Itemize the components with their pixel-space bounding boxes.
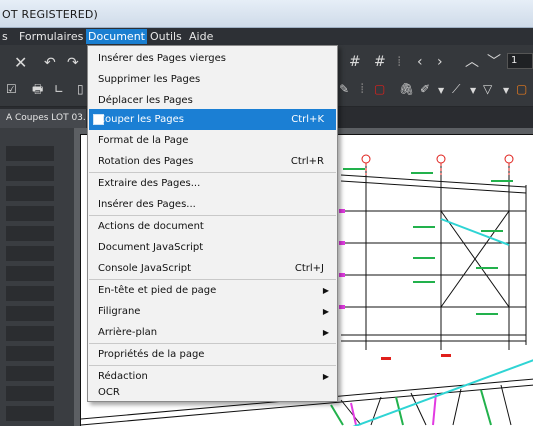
thumbnail-row[interactable] [6,326,54,341]
menu-item-shortcut: Ctrl+R [290,156,324,167]
menu-document[interactable]: Document [86,29,147,44]
attach-icon[interactable]: 🖇 [399,82,414,96]
page-number-field[interactable]: 1 [507,53,533,69]
chevron-up-icon[interactable]: ︿ [465,55,479,69]
divider-icon: ⁞ [397,54,402,70]
menu-item-label: Arrière-plan [98,327,158,338]
measure-icon[interactable]: ∟ [54,82,64,96]
menu-item-shortcut: Ctrl+K [291,114,324,125]
menu-aide[interactable]: Aide [187,29,215,44]
menu-item-crop-pages[interactable]: Couper les Pages Ctrl+K [89,109,336,130]
menu-item-document-javascript[interactable]: Document JavaScript [89,237,336,258]
menu-item-extract-pages[interactable]: Extraire des Pages... [89,173,336,194]
grid-snap-icon[interactable]: # [374,55,386,69]
undo-icon[interactable]: ↶ [44,56,56,70]
menu-item-move-pages[interactable]: Déplacer les Pages [89,90,336,111]
pen-icon[interactable]: ✎ [339,82,349,96]
line-icon[interactable]: ⟋ [452,82,460,96]
document-icon[interactable]: ▯ [77,82,84,96]
menu-item-shortcut: Ctrl+J [294,263,324,274]
menu-prev[interactable]: s [0,29,10,44]
thumbnail-row[interactable] [6,186,54,201]
checkbox-icon[interactable]: ☑ [6,82,17,96]
chevron-down-icon-4[interactable]: ▼ [503,84,509,98]
window-title: OT REGISTERED) [2,8,99,21]
thumbnail-row[interactable] [6,246,54,261]
menu-item-label: En-tête et pied de page [98,285,217,296]
menu-item-label: Insérer des Pages vierges [98,53,226,64]
highlighter-icon[interactable]: ✐ [420,82,430,96]
menu-bar: s Formulaires Document Outils Aide [0,28,533,45]
grid-icon[interactable]: # [349,55,361,69]
menu-formulaires[interactable]: Formulaires [17,29,85,44]
thumbnail-panel [0,128,74,426]
thumbnail-row[interactable] [6,346,54,361]
thumbnail-row[interactable] [6,166,54,181]
app-window: OT REGISTERED) s Formulaires Document Ou… [0,0,533,426]
title-bar: OT REGISTERED) [0,0,533,28]
chevron-down-icon-3[interactable]: ▼ [470,84,476,98]
menu-item-document-actions[interactable]: Actions de document [89,216,336,237]
menu-item-label: Document JavaScript [98,242,204,253]
menu-item-label: Propriétés de la page [98,349,205,360]
thumbnail-row[interactable] [6,386,54,401]
chevron-left-icon[interactable]: ‹ [417,55,423,69]
text-box-icon[interactable]: ▢ [516,82,527,96]
menu-item-delete-pages[interactable]: Supprimer les Pages [89,69,336,90]
menu-item-label: Insérer des Pages... [98,199,196,210]
menu-item-insert-pages[interactable]: Insérer des Pages... [89,194,336,215]
divider-icon-2: ⁞ [360,81,365,97]
polygon-icon[interactable]: ▽ [483,82,492,96]
menu-item-label: Console JavaScript [98,263,192,274]
thumbnail-row[interactable] [6,206,54,221]
menu-item-label: Actions de document [98,221,204,232]
document-tab[interactable]: A Coupes LOT 03. [0,109,86,128]
thumbnail-row[interactable] [6,226,54,241]
menu-item-label: Couper les Pages [98,114,184,125]
menu-item-header-footer[interactable]: En-tête et pied de page ▶ [89,280,336,301]
thumbnail-row[interactable] [6,266,54,281]
menu-item-insert-blank-pages[interactable]: Insérer des Pages vierges [89,48,336,69]
comment-icon[interactable]: ▢ [374,82,385,96]
menu-item-label: Rotation des Pages [98,156,194,167]
menu-item-label: Format de la Page [98,135,189,146]
menu-item-watermark[interactable]: Filigrane ▶ [89,301,336,322]
menu-outils[interactable]: Outils [148,29,184,44]
menu-item-rotate-pages[interactable]: Rotation des Pages Ctrl+R [89,151,336,172]
thumbnail-row[interactable] [6,406,54,421]
menu-item-page-properties[interactable]: Propriétés de la page [89,344,336,365]
menu-item-label: Extraire des Pages... [98,178,201,189]
menu-item-label: Déplacer les Pages [98,95,193,106]
redo-icon[interactable]: ↷ [67,56,79,70]
thumbnail-row[interactable] [6,286,54,301]
thumbnail-row[interactable] [6,306,54,321]
menu-item-background[interactable]: Arrière-plan ▶ [89,322,336,343]
chevron-right-icon: ▶ [322,307,329,316]
menu-item-label: OCR [98,387,120,398]
menu-item-ocr[interactable]: OCR [89,382,336,403]
menu-item-javascript-console[interactable]: Console JavaScript Ctrl+J [89,258,336,279]
chevron-right-icon: ▶ [322,286,329,295]
thumbnail-row[interactable] [6,146,54,161]
chevron-right-icon: ▶ [322,328,329,337]
menu-item-page-format[interactable]: Format de la Page [89,130,336,151]
close-icon[interactable]: ✕ [14,55,27,71]
chevron-down-icon-2[interactable]: ▼ [438,84,444,98]
menu-item-label: Filigrane [98,306,141,317]
menu-item-label: Supprimer les Pages [98,74,201,85]
chevron-right-icon[interactable]: › [437,55,443,69]
chevron-down-icon[interactable]: ﹀ [487,55,501,69]
stamp-icon[interactable]: 🖶 [32,82,43,96]
thumbnail-row[interactable] [6,366,54,381]
document-menu: Insérer des Pages vierges Supprimer les … [87,45,338,402]
